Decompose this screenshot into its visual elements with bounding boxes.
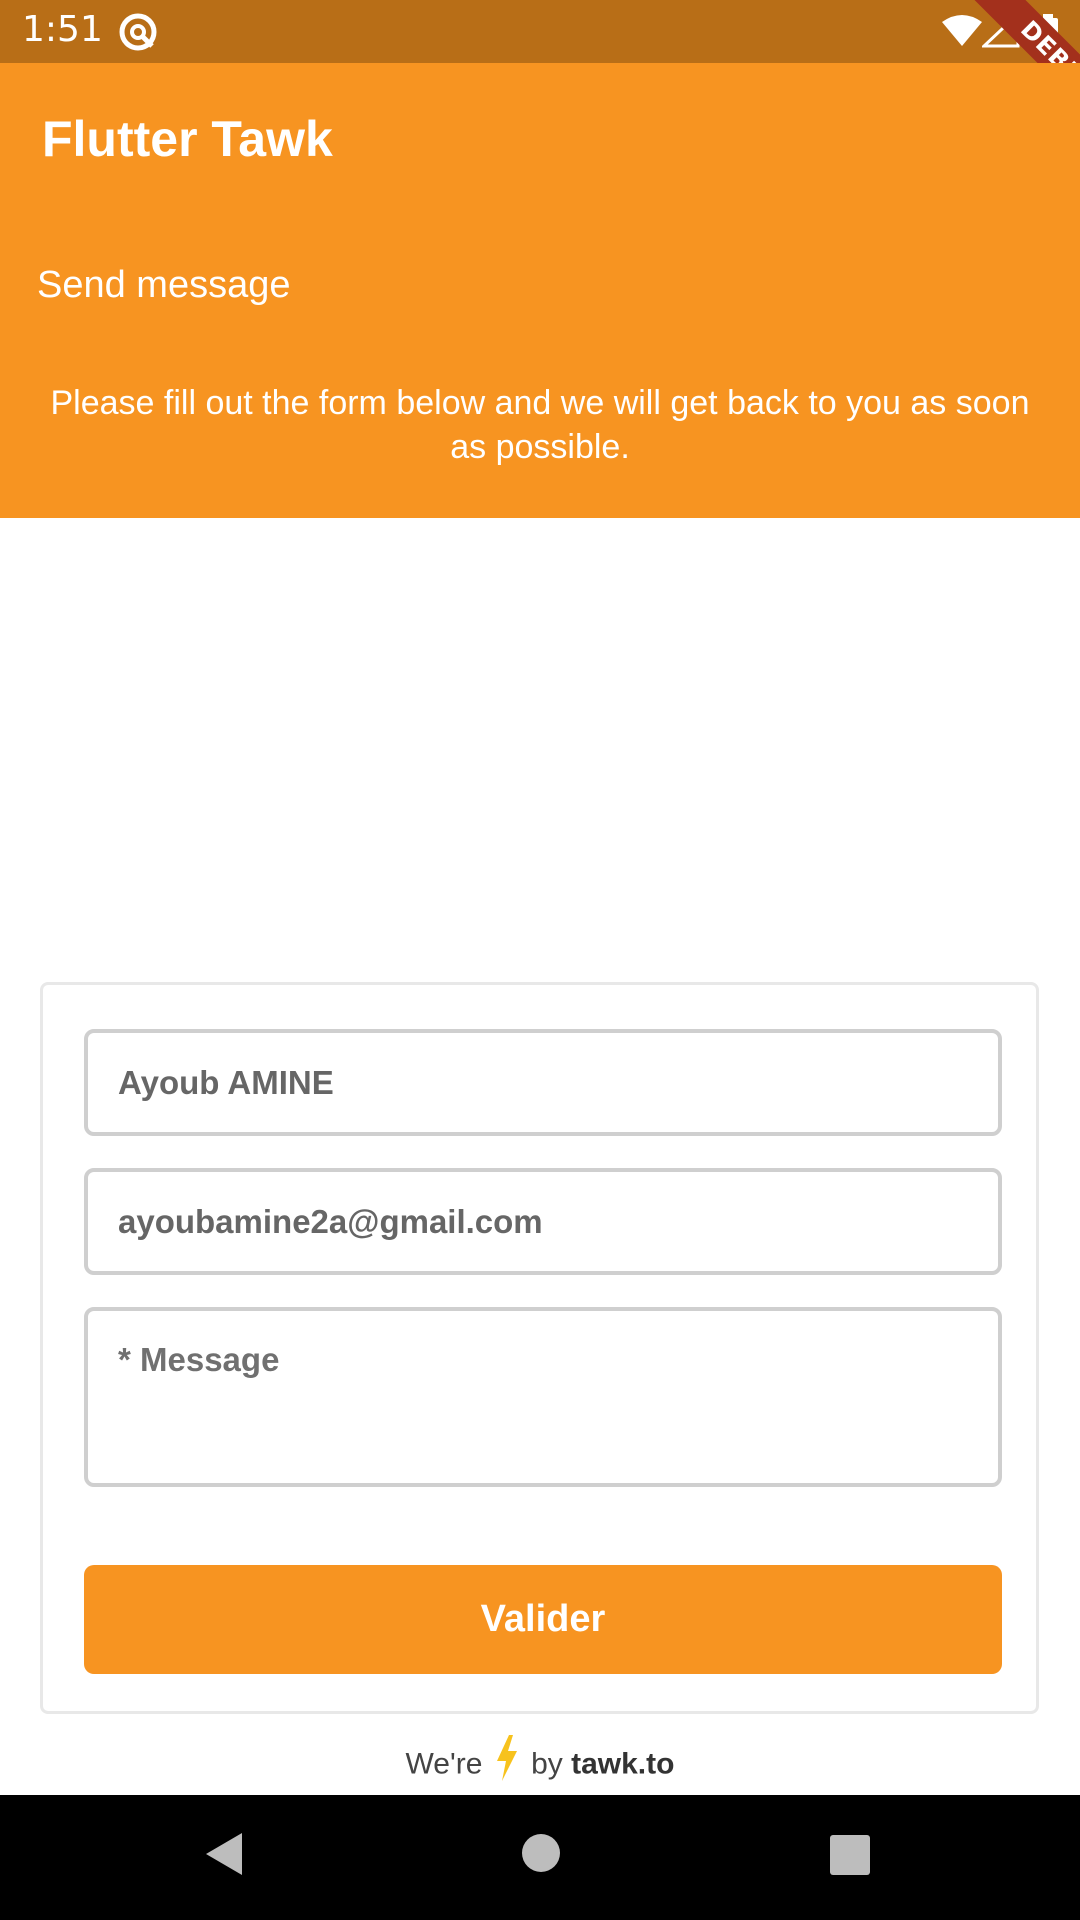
at-sign-icon (118, 12, 158, 57)
signal-icon (980, 10, 1022, 53)
send-message-heading: Send message (37, 264, 291, 306)
app-title: Flutter Tawk (42, 111, 333, 167)
message-field[interactable] (84, 1307, 1002, 1487)
footer-brand-name[interactable]: tawk.to (571, 1747, 674, 1780)
submit-button[interactable]: Valider (84, 1565, 1002, 1674)
chat-header: Flutter Tawk Send message Please fill ou… (0, 63, 1080, 518)
navigation-bar (0, 1795, 1080, 1920)
footer-prefix: We're (405, 1747, 483, 1781)
name-field[interactable] (84, 1029, 1002, 1136)
offline-form-card: Valider (40, 982, 1039, 1714)
form-intro-text: Please fill out the form below and we wi… (50, 384, 1030, 466)
home-circle-icon[interactable] (521, 1833, 561, 1878)
wifi-icon (942, 14, 982, 51)
status-time: 1:51 (22, 9, 103, 50)
powered-by-footer[interactable]: We're by tawk.to (0, 1735, 1080, 1796)
lightning-bolt-icon (495, 1735, 519, 1796)
footer-middle: by (531, 1747, 563, 1781)
back-triangle-icon[interactable] (204, 1831, 244, 1882)
email-field[interactable] (84, 1168, 1002, 1275)
status-bar: 1:51 (0, 0, 1080, 63)
battery-icon (1037, 14, 1059, 55)
recents-square-icon[interactable] (830, 1835, 870, 1880)
